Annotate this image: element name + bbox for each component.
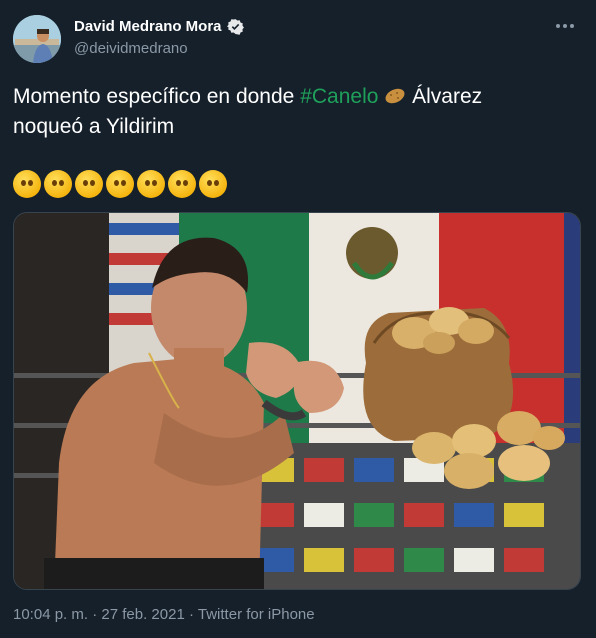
tweet-meta: 10:04 p. m. · 27 feb. 2021 · Twitter for… — [13, 606, 315, 623]
display-name[interactable]: David Medrano Mora — [74, 18, 222, 35]
tweet-time[interactable]: 10:04 p. m. — [13, 606, 88, 623]
handle[interactable]: @deividmedrano — [74, 40, 188, 57]
hashtag-link[interactable]: #Canelo — [300, 85, 378, 108]
face-without-mouth-emoji-icon — [199, 170, 227, 198]
avatar[interactable] — [13, 15, 61, 63]
potato-emoji-icon — [378, 85, 406, 108]
face-without-mouth-emoji-icon — [44, 170, 72, 198]
verified-badge-icon — [226, 18, 244, 35]
tweet-text-part: Momento específico en donde — [13, 85, 301, 108]
emoji-row — [13, 170, 227, 198]
meta-separator: · — [188, 606, 194, 623]
face-without-mouth-emoji-icon — [13, 170, 41, 198]
meta-separator: · — [92, 606, 98, 623]
face-without-mouth-emoji-icon — [168, 170, 196, 198]
face-without-mouth-emoji-icon — [106, 170, 134, 198]
author-name-row: David Medrano Mora — [74, 18, 244, 35]
tweet-text: Momento específico en donde #Canelo Álva… — [13, 82, 573, 142]
tweet-media-image[interactable] — [13, 212, 581, 590]
tweet-text-part: Álvarez — [406, 85, 483, 108]
boxer-with-potato-sack-photo-icon — [14, 213, 580, 589]
tweet-date[interactable]: 27 feb. 2021 — [101, 606, 184, 623]
avatar-image — [13, 15, 61, 63]
tweet-card: David Medrano Mora @deividmedrano Moment… — [0, 0, 596, 638]
face-without-mouth-emoji-icon — [137, 170, 165, 198]
tweet-source[interactable]: Twitter for iPhone — [198, 606, 315, 623]
tweet-text-line2: noqueó a Yildirim — [13, 115, 175, 138]
more-options-icon[interactable] — [548, 12, 582, 40]
face-without-mouth-emoji-icon — [75, 170, 103, 198]
